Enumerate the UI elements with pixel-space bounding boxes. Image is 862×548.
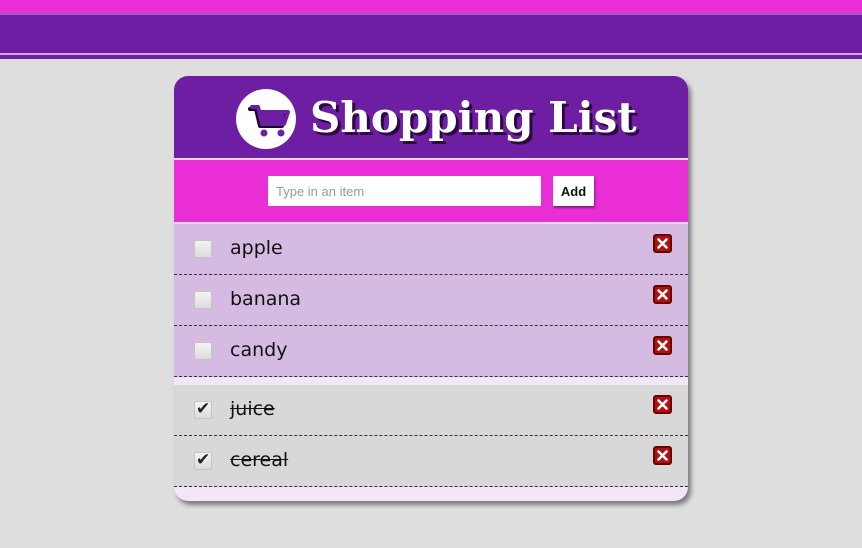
close-icon [657, 289, 668, 300]
close-icon [657, 399, 668, 410]
shopping-list-card: Shopping List Add apple banana [174, 76, 688, 501]
delete-button[interactable] [653, 336, 672, 355]
list-section-divider [174, 378, 688, 385]
item-label: cereal [230, 449, 289, 471]
item-input[interactable] [268, 176, 541, 206]
banner-pink-stripe [0, 0, 862, 12]
item-label: banana [230, 288, 302, 310]
delete-button[interactable] [653, 446, 672, 465]
item-label: juice [230, 398, 275, 420]
item-checkbox[interactable] [194, 240, 212, 258]
item-label: candy [230, 339, 288, 361]
close-icon [657, 450, 668, 461]
list-item-completed: ✔ juice [174, 385, 688, 436]
list-item: banana [174, 275, 688, 326]
item-checkbox-checked[interactable]: ✔ [194, 450, 212, 470]
delete-button[interactable] [653, 395, 672, 414]
close-icon [657, 340, 668, 351]
banner-purple-stripe [0, 15, 862, 53]
delete-button[interactable] [653, 234, 672, 253]
item-checkbox[interactable] [194, 291, 212, 309]
item-label: apple [230, 237, 283, 259]
item-checkbox[interactable] [194, 342, 212, 360]
checkmark-icon: ✔ [196, 399, 211, 419]
list-item-completed: ✔ cereal [174, 436, 688, 487]
add-button[interactable]: Add [553, 176, 594, 206]
completed-items-list: ✔ juice ✔ cereal [174, 385, 688, 487]
delete-button[interactable] [653, 285, 672, 304]
pending-items-list: apple banana candy [174, 224, 688, 377]
shopping-cart-icon [236, 89, 296, 149]
list-item: apple [174, 224, 688, 275]
page-title: Shopping List [310, 93, 637, 142]
card-header: Shopping List [174, 76, 688, 158]
banner-bottom-stripe [0, 55, 862, 59]
close-icon [657, 238, 668, 249]
list-item: candy [174, 326, 688, 377]
item-checkbox-checked[interactable]: ✔ [194, 399, 212, 419]
top-banner [0, 0, 862, 60]
checkmark-icon: ✔ [196, 450, 211, 470]
